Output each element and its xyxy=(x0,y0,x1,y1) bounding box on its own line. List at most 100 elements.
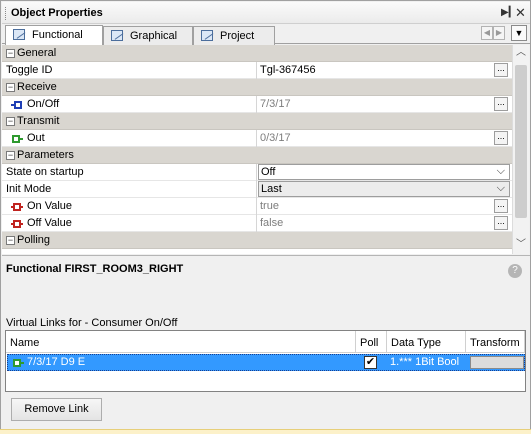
property-value[interactable]: 7/3/17 xyxy=(260,98,492,110)
column-divider xyxy=(256,181,257,198)
tab-functional[interactable]: Functional xyxy=(5,25,103,45)
value-object-icon xyxy=(11,220,23,228)
column-divider xyxy=(256,96,257,113)
column-divider xyxy=(256,215,257,232)
property-toggle-id[interactable]: Toggle ID Tgl-367456 ... xyxy=(2,62,512,79)
chevron-down-icon[interactable]: ⌵ xyxy=(497,165,505,178)
collapse-icon[interactable]: − xyxy=(6,49,15,58)
transform-field[interactable] xyxy=(470,356,524,369)
category-label: General xyxy=(17,47,57,59)
column-divider xyxy=(256,62,257,79)
chevron-down-icon[interactable]: ⌵ xyxy=(497,182,505,195)
category-label: Parameters xyxy=(17,149,74,161)
select-value: Off xyxy=(261,166,276,178)
collapse-icon[interactable]: − xyxy=(6,117,15,126)
scroll-down-icon[interactable]: ﹀ xyxy=(513,237,529,253)
status-strip xyxy=(0,429,531,434)
property-name: Init Mode xyxy=(6,183,52,195)
property-name: Toggle ID xyxy=(6,64,53,76)
table-row[interactable]: 7/3/17 D9 E ✔ 1.*** 1Bit Bool xyxy=(7,354,525,371)
category-transmit[interactable]: − Transmit xyxy=(2,113,512,130)
remove-link-button[interactable]: Remove Link xyxy=(11,398,102,421)
scroll-up-icon[interactable]: ︿ xyxy=(513,45,529,61)
category-label: Polling xyxy=(17,234,51,246)
description-pane: Functional FIRST_ROOM3_RIGHT ? xyxy=(2,255,530,311)
ellipsis-button[interactable]: ... xyxy=(494,97,508,111)
property-off-value[interactable]: Off Value false ... xyxy=(2,215,512,232)
category-polling[interactable]: − Polling xyxy=(2,232,512,249)
select-value: Last xyxy=(261,183,282,195)
tab-label: Graphical xyxy=(130,30,178,42)
property-on-off[interactable]: On/Off 7/3/17 ... xyxy=(2,96,512,113)
link-data-type: 1.*** 1Bit Bool xyxy=(390,356,460,368)
property-grid-scrollbar[interactable]: ︿ ﹀ xyxy=(512,45,529,254)
help-icon[interactable]: ? xyxy=(508,264,522,278)
tab-label: Functional xyxy=(32,29,83,41)
virtual-links-table: Name Poll Data Type Transform 7/3/17 D9 … xyxy=(5,330,526,392)
column-header-name[interactable]: Name xyxy=(6,331,356,353)
column-label: Data Type xyxy=(391,337,441,349)
value-object-icon xyxy=(11,203,23,211)
ellipsis-button[interactable]: ... xyxy=(494,131,508,145)
description-title: Functional FIRST_ROOM3_RIGHT xyxy=(6,263,184,275)
column-header-poll[interactable]: Poll xyxy=(356,331,387,353)
column-divider xyxy=(256,164,257,181)
column-divider xyxy=(256,130,257,147)
link-name: 7/3/17 D9 E xyxy=(27,356,86,368)
object-properties-window: Object Properties ▶▎ ✕ Functional Graphi… xyxy=(0,0,531,434)
tab-scroll-right-icon[interactable]: ▶ xyxy=(493,26,505,40)
property-value[interactable]: false xyxy=(260,217,492,229)
column-header-transform[interactable]: Transform xyxy=(466,331,525,353)
init-mode-select[interactable]: Last ⌵ xyxy=(258,181,510,197)
column-header-data-type[interactable]: Data Type xyxy=(387,331,466,353)
tab-graphical[interactable]: Graphical xyxy=(103,26,193,45)
property-out[interactable]: Out 0/3/17 ... xyxy=(2,130,512,147)
category-parameters[interactable]: − Parameters xyxy=(2,147,512,164)
property-name: State on startup xyxy=(6,166,84,178)
column-label: Name xyxy=(10,337,40,349)
property-value[interactable]: Tgl-367456 xyxy=(260,64,492,76)
tab-list-dropdown-icon[interactable]: ▼ xyxy=(511,25,527,41)
property-grid: − General Toggle ID Tgl-367456 ... − Rec… xyxy=(2,45,512,254)
transmit-object-icon xyxy=(12,135,23,143)
property-on-value[interactable]: On Value true ... xyxy=(2,198,512,215)
drag-grip[interactable] xyxy=(5,7,8,20)
property-name: Off Value xyxy=(27,217,72,229)
tab-scroll-left-icon[interactable]: ◀ xyxy=(481,26,493,40)
graphical-tab-icon xyxy=(111,30,123,41)
ellipsis-button[interactable]: ... xyxy=(494,216,508,230)
collapse-icon[interactable]: − xyxy=(6,83,15,92)
scroll-thumb[interactable] xyxy=(515,65,527,218)
property-value[interactable]: 0/3/17 xyxy=(260,132,492,144)
property-name: On Value xyxy=(27,200,73,212)
close-icon[interactable]: ✕ xyxy=(515,5,526,21)
property-init-mode[interactable]: Init Mode Last ⌵ xyxy=(2,181,512,198)
receive-object-icon xyxy=(11,101,22,109)
virtual-links-title: Virtual Links for - Consumer On/Off xyxy=(6,317,178,329)
category-receive[interactable]: − Receive xyxy=(2,79,512,96)
property-name: On/Off xyxy=(27,98,60,110)
tab-project[interactable]: Project xyxy=(193,26,275,45)
property-name: Out xyxy=(27,132,45,144)
category-label: Receive xyxy=(17,81,57,93)
category-general[interactable]: − General xyxy=(2,45,512,62)
category-label: Transmit xyxy=(17,115,60,127)
functional-tab-icon xyxy=(13,29,25,40)
collapse-icon[interactable]: − xyxy=(6,151,15,160)
ellipsis-button[interactable]: ... xyxy=(494,63,508,77)
poll-checkbox[interactable]: ✔ xyxy=(364,356,377,369)
column-label: Poll xyxy=(360,337,379,349)
collapse-icon[interactable]: − xyxy=(6,236,15,245)
property-state-on-startup[interactable]: State on startup Off ⌵ xyxy=(2,164,512,181)
tab-bar: Functional Graphical Project ◀ ▶ ▼ xyxy=(2,24,530,45)
panel-title: Object Properties xyxy=(11,7,103,19)
project-tab-icon xyxy=(201,30,213,41)
state-on-startup-select[interactable]: Off ⌵ xyxy=(258,164,510,180)
tab-label: Project xyxy=(220,30,255,42)
ellipsis-button[interactable]: ... xyxy=(494,199,508,213)
column-divider xyxy=(256,198,257,215)
property-value[interactable]: true xyxy=(260,200,492,212)
transmit-object-icon xyxy=(13,359,24,367)
column-label: Transform xyxy=(470,337,520,349)
title-bar[interactable]: Object Properties ▶▎ ✕ xyxy=(2,2,530,24)
